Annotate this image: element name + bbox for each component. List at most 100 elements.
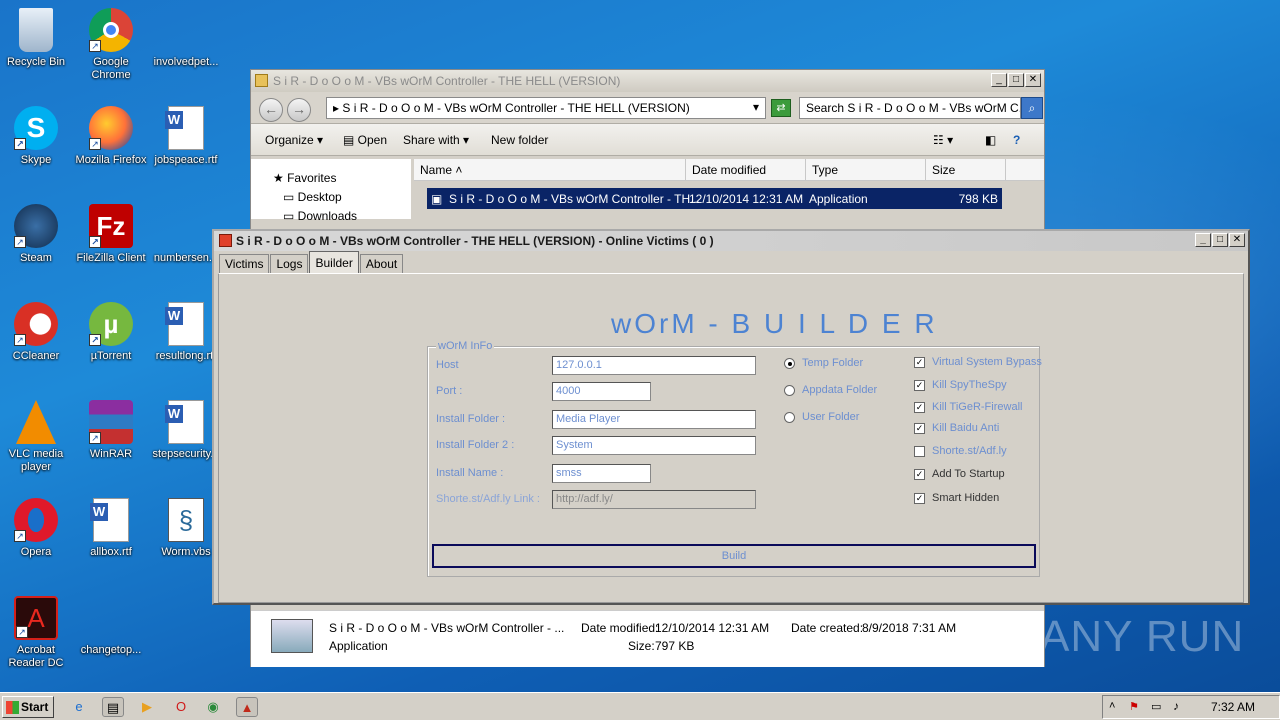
radio-appdata-folder[interactable]: Appdata Folder — [784, 384, 877, 396]
desktop-icon-changetop[interactable]: changetop... — [73, 596, 149, 657]
minimize-button[interactable]: _ — [991, 73, 1007, 87]
desktop-icon-winrar[interactable]: ↗ WinRAR — [73, 400, 149, 461]
desktop-icon-label: Recycle Bin — [6, 56, 66, 68]
check-kill-spythespy[interactable]: ✓ Kill SpyTheSpy — [914, 379, 1007, 391]
word-document-icon: W — [90, 498, 129, 542]
desktop-icon-filezilla[interactable]: Fz ↗ FileZilla Client — [73, 204, 149, 265]
view-options-icon[interactable]: ☷ ▾ — [933, 133, 953, 147]
close-button[interactable]: ✕ — [1025, 73, 1041, 87]
maximize-button[interactable]: □ — [1212, 233, 1228, 247]
refresh-button[interactable]: ⇄ — [771, 99, 791, 117]
build-button[interactable]: Build — [432, 544, 1036, 568]
desktop-icon-steam[interactable]: ↗ Steam — [0, 204, 74, 265]
install-folder2-input[interactable]: System — [552, 436, 756, 455]
back-button[interactable]: ← — [259, 98, 283, 122]
start-button[interactable]: Start — [2, 696, 54, 718]
windows-flag-icon — [6, 701, 19, 714]
radio-temp-folder[interactable]: Temp Folder — [784, 357, 863, 369]
word-document-icon: W — [165, 302, 204, 346]
check-smart-hidden[interactable]: ✓ Smart Hidden — [914, 492, 999, 504]
tab-about[interactable]: About — [359, 254, 404, 273]
worm-controller-window[interactable]: S i R - D o O o M - VBs wOrM Controller … — [212, 229, 1250, 605]
internet-explorer-icon[interactable]: e — [68, 697, 90, 717]
checkmark-icon: ✓ — [914, 422, 925, 434]
chrome-taskbar-icon[interactable]: ◉ — [202, 697, 224, 717]
downloads-nav-item[interactable]: ▭ Downloads — [283, 209, 357, 223]
column-size[interactable]: Size — [926, 159, 1006, 180]
organize-button[interactable]: Organize ▾ — [265, 133, 323, 147]
details-date-modified-label: Date modified: — [581, 621, 659, 635]
favorites-item[interactable]: ★ Favorites — [273, 171, 336, 185]
check-kill-tiger-firewall[interactable]: ✓ Kill TiGeR-Firewall — [914, 401, 1022, 413]
clock[interactable]: 7:32 AM — [1211, 700, 1255, 714]
media-player-icon[interactable]: ▶ — [136, 697, 158, 717]
worm-controller-taskbar-icon[interactable]: ▲ — [236, 697, 258, 717]
worm-titlebar[interactable]: S i R - D o O o M - VBs wOrM Controller … — [214, 231, 1248, 251]
install-folder-label: Install Folder : — [436, 413, 506, 425]
desktop-icon-label: changetop... — [80, 644, 142, 656]
port-input[interactable]: 4000 — [552, 382, 651, 401]
steam-icon: ↗ — [14, 204, 58, 248]
opera-taskbar-icon[interactable]: O — [170, 697, 192, 717]
desktop-icon-recycle-bin[interactable]: Recycle Bin — [0, 8, 74, 69]
radio-user-folder[interactable]: User Folder — [784, 411, 859, 423]
checkmark-icon: ✓ — [914, 468, 925, 480]
radio-selected-icon — [784, 357, 795, 369]
preview-pane-icon[interactable]: ◧ — [985, 133, 996, 147]
search-input[interactable]: Search S i R - D o O o M - VBs wOrM C... — [799, 97, 1021, 119]
show-hidden-icons[interactable]: ˄ — [1109, 700, 1115, 712]
open-button[interactable]: ▤ Open — [343, 133, 387, 147]
desktop-icon-jobspeace[interactable]: W jobspeace.rtf — [148, 106, 224, 167]
chevron-down-icon[interactable]: ▾ — [753, 100, 759, 114]
desktop-icon-label: CCleaner — [12, 350, 60, 362]
check-shortest-adfly[interactable]: Shorte.st/Adf.ly — [914, 445, 1007, 457]
check-add-to-startup[interactable]: ✓ Add To Startup — [914, 468, 1005, 480]
checkmark-icon: ✓ — [914, 492, 925, 504]
desktop-icon-involvedpet[interactable]: involvedpet... — [148, 8, 224, 69]
column-date-modified[interactable]: Date modified — [686, 159, 806, 180]
desktop-icon-label: FileZilla Client — [76, 252, 146, 264]
network-icon[interactable]: ▭ — [1151, 700, 1161, 713]
application-large-icon — [271, 619, 313, 653]
search-icon[interactable]: ⌕ — [1021, 97, 1043, 119]
script-file-icon: § — [168, 498, 204, 542]
search-placeholder: Search S i R - D o O o M - VBs wOrM C... — [806, 101, 1021, 115]
action-center-icon[interactable]: ⚑ — [1129, 700, 1139, 713]
column-type[interactable]: Type — [806, 159, 926, 180]
file-explorer-icon[interactable]: ▤ — [102, 697, 124, 717]
volume-icon[interactable]: ♪ — [1173, 699, 1179, 713]
column-name[interactable]: Name ˄ — [414, 159, 686, 180]
close-button[interactable]: ✕ — [1229, 233, 1245, 247]
explorer-titlebar[interactable]: S i R - D o O o M - VBs wOrM Controller … — [251, 70, 1044, 92]
desktop-icon-ccleaner[interactable]: ↗ CCleaner — [0, 302, 74, 363]
install-name-input[interactable]: smss — [552, 464, 651, 483]
forward-button[interactable]: → — [287, 98, 311, 122]
help-icon[interactable]: ? — [1013, 133, 1020, 147]
share-with-button[interactable]: Share with ▾ — [403, 133, 469, 147]
desktop-nav-item[interactable]: ▭ Desktop — [283, 190, 342, 204]
host-input[interactable]: 127.0.0.1 — [552, 356, 756, 375]
desktop-icon-firefox[interactable]: ↗ Mozilla Firefox — [73, 106, 149, 167]
desktop-icon-acrobat[interactable]: A ↗ Acrobat Reader DC — [0, 596, 74, 670]
check-kill-baidu-anti[interactable]: ✓ Kill Baidu Anti — [914, 422, 999, 434]
tab-builder[interactable]: Builder — [309, 251, 359, 273]
link-input[interactable]: http://adf.ly/ — [552, 490, 756, 509]
check-virtual-system-bypass[interactable]: ✓ Virtual System Bypass — [914, 356, 1042, 368]
desktop-icon-opera[interactable]: ↗ Opera — [0, 498, 74, 559]
minimize-button[interactable]: _ — [1195, 233, 1211, 247]
desktop-icon-allbox[interactable]: W allbox.rtf — [73, 498, 149, 559]
desktop-icon-utorrent[interactable]: µ ↗ µTorrent — [73, 302, 149, 363]
tab-logs[interactable]: Logs — [270, 254, 309, 273]
desktop-icon-vlc[interactable]: VLC media player — [0, 400, 74, 474]
desktop-icon-google-chrome[interactable]: ↗ Google Chrome — [73, 8, 149, 82]
file-row[interactable]: ▣ S i R - D o O o M - VBs wOrM Controlle… — [427, 188, 1002, 209]
blank-file-icon — [164, 8, 208, 52]
maximize-button[interactable]: □ — [1008, 73, 1024, 87]
details-size: 797 KB — [655, 639, 695, 653]
tab-victims[interactable]: Victims — [219, 254, 270, 273]
desktop-icon-skype[interactable]: S ↗ Skype — [0, 106, 74, 167]
address-bar[interactable]: ▸ S i R - D o O o M - VBs wOrM Controlle… — [326, 97, 766, 119]
desktop-icon-label: WinRAR — [89, 448, 133, 460]
install-folder-input[interactable]: Media Player — [552, 410, 756, 429]
new-folder-button[interactable]: New folder — [491, 133, 548, 147]
